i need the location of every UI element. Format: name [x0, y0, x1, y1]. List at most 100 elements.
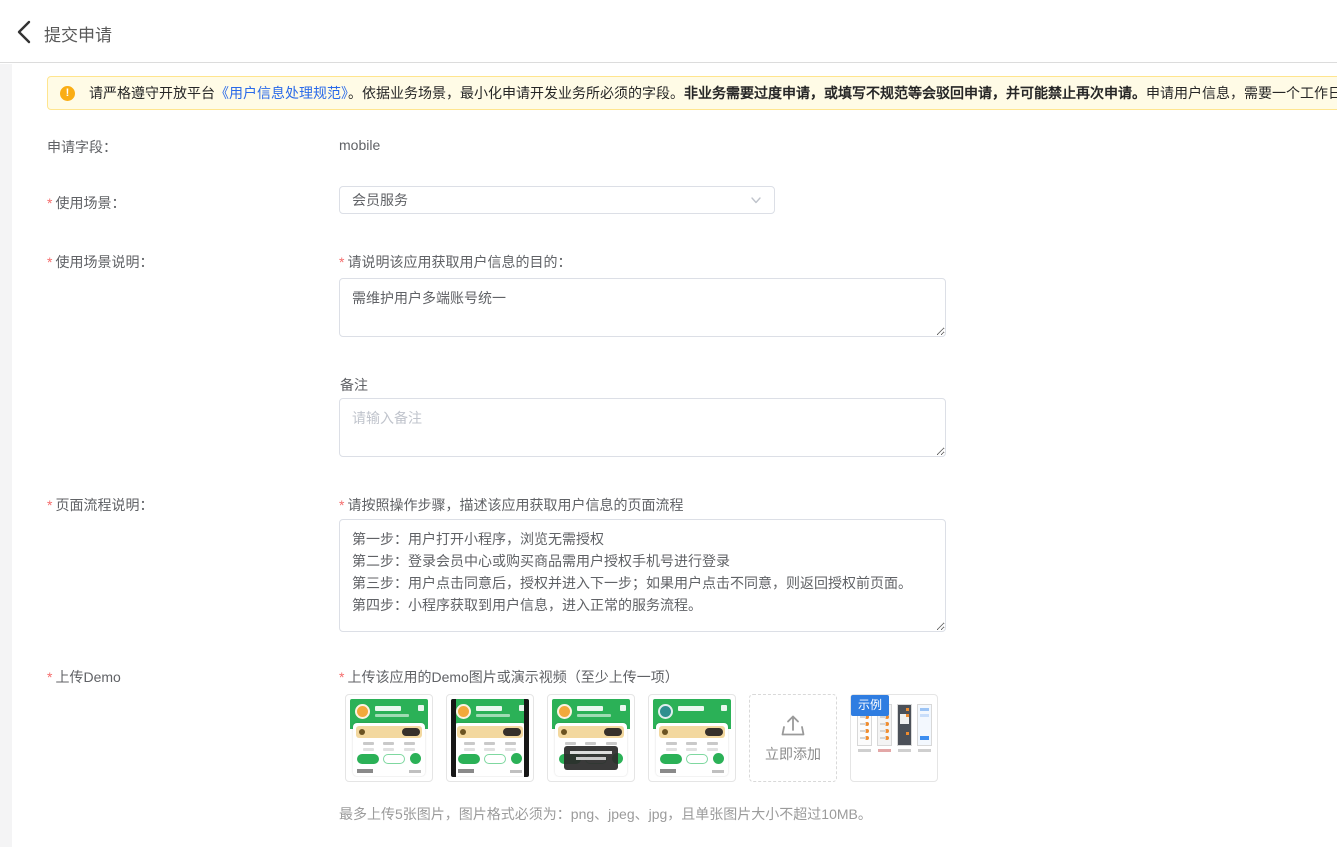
mini-app-preview	[653, 699, 731, 777]
mini-card	[656, 723, 728, 776]
user-info-spec-link[interactable]: 《用户信息处理规范》	[215, 85, 348, 101]
stat-bar	[686, 742, 697, 745]
mini-buttons	[458, 753, 522, 764]
mini-corner-icon	[418, 705, 424, 711]
mini-footer	[457, 769, 523, 773]
mini-footer	[356, 769, 422, 773]
stat-bar	[363, 742, 374, 745]
mini-outline-button	[484, 754, 506, 764]
required-asterisk: *	[47, 195, 52, 211]
mini-corner-icon	[620, 705, 626, 711]
alert-text-bold: 非业务需要过度申请，或填写不规范等会驳回申请，并可能禁止再次申请。	[684, 85, 1146, 101]
example-caption-bar	[898, 749, 911, 752]
usage-desc-sublabel: *请说明该应用获取用户信息的目的：	[339, 252, 571, 272]
mini-corner-icon	[721, 705, 727, 711]
upload-hint: 最多上传5张图片，图片格式必须为：png、jpeg、jpg，且单张图片大小不超过…	[339, 804, 872, 824]
mini-avatar	[456, 704, 471, 719]
usage-desc-textarea[interactable]: 需维护用户多端账号统一	[339, 278, 946, 337]
add-upload-button[interactable]: 立即添加	[749, 694, 837, 782]
example-badge: 示例	[851, 695, 889, 716]
demo-thumbnail-4[interactable]	[648, 694, 736, 782]
mini-avatar	[557, 704, 572, 719]
mini-dark-pill	[503, 728, 521, 736]
stat-bar	[484, 742, 495, 745]
mini-footer	[659, 769, 725, 773]
mini-app-preview	[350, 699, 428, 777]
mini-app-preview	[552, 699, 630, 777]
usage-desc-label: *使用场景说明：	[47, 252, 153, 272]
example-phone	[897, 704, 912, 746]
demo-thumbnail-2[interactable]	[446, 694, 534, 782]
chevron-down-icon	[750, 194, 762, 206]
footer-bar	[409, 770, 421, 773]
usage-scene-selected-value: 会员服务	[352, 190, 408, 210]
apply-field-label: 申请字段：	[47, 137, 117, 157]
stat-bar	[383, 742, 394, 745]
required-asterisk: *	[339, 669, 344, 685]
mini-banner	[659, 726, 725, 738]
mini-stats	[358, 742, 420, 745]
demo-thumbnail-3[interactable]	[547, 694, 635, 782]
upload-demo-label: *上传Demo	[47, 667, 121, 687]
mini-outline-button	[686, 754, 708, 764]
mini-subtitle-bar	[375, 714, 409, 717]
mini-title-bar	[678, 706, 704, 711]
stat-bar	[464, 742, 475, 745]
upload-icon	[779, 713, 807, 737]
mini-avatar	[658, 704, 673, 719]
footer-bar	[510, 770, 522, 773]
required-asterisk: *	[339, 254, 344, 270]
stat-bar	[404, 742, 415, 745]
letterbox-bar	[524, 699, 529, 777]
mini-subtitle-bar	[577, 714, 611, 717]
mini-card	[353, 723, 425, 776]
mini-stats	[661, 742, 723, 745]
mini-dark-pill	[402, 728, 420, 736]
mini-banner-dot	[359, 729, 365, 735]
required-asterisk: *	[47, 497, 52, 513]
footer-bar	[458, 769, 474, 773]
page-header: 提交申请	[0, 0, 1337, 63]
mini-card	[454, 723, 526, 776]
usage-scene-select[interactable]: 会员服务	[339, 186, 775, 214]
warning-alert: ! 请严格遵守开放平台《用户信息处理规范》。依据业务场景，最小化申请开发业务所必…	[47, 76, 1337, 110]
stat-bar	[666, 742, 677, 745]
mini-banner	[457, 726, 523, 738]
mini-banner-dot	[662, 729, 668, 735]
mini-stats	[560, 742, 622, 745]
mini-banner-dot	[561, 729, 567, 735]
back-button[interactable]	[8, 17, 40, 47]
remark-textarea[interactable]	[339, 398, 946, 457]
demo-thumbnail-1[interactable]	[345, 694, 433, 782]
page-flow-textarea[interactable]: 第一步：用户打开小程序，浏览无需授权 第二步：登录会员中心或购买商品需用户授权手…	[339, 519, 946, 632]
example-box[interactable]: 示例	[850, 694, 938, 782]
alert-text-tail: 申请用户信息，需要一个工作日左右的审核时间，请耐	[1146, 85, 1337, 101]
example-caption-bar	[858, 749, 871, 752]
example-phone	[917, 704, 932, 746]
mini-subtitle-bar	[476, 714, 510, 717]
required-asterisk: *	[339, 497, 344, 513]
chevron-left-icon	[13, 19, 35, 45]
mini-circle-button	[511, 753, 522, 764]
mini-banner-dot	[460, 729, 466, 735]
alert-text-mid: 。依据业务场景，最小化申请开发业务所必须的字段。	[348, 85, 684, 101]
mini-buttons	[357, 753, 421, 764]
upload-thumbnail-list: 立即添加 示例	[345, 694, 938, 782]
add-upload-label: 立即添加	[765, 744, 821, 764]
example-caption-bar	[918, 749, 931, 752]
stat-bar	[585, 742, 596, 745]
mini-title-bar	[577, 706, 603, 711]
toast-text-bar	[570, 751, 612, 754]
usage-scene-label: *使用场景：	[47, 193, 125, 213]
mini-banner	[558, 726, 624, 738]
example-caption-bar	[878, 749, 891, 752]
stat-bar	[606, 742, 617, 745]
stat-bar	[505, 742, 516, 745]
mini-green-button	[357, 754, 379, 764]
page-flow-sublabel: *请按照操作步骤，描述该应用获取用户信息的页面流程	[339, 495, 683, 515]
exclamation-circle-icon: !	[60, 86, 75, 101]
mini-buttons	[660, 753, 724, 764]
content-panel: ! 请严格遵守开放平台《用户信息处理规范》。依据业务场景，最小化申请开发业务所必…	[12, 64, 1337, 847]
mini-circle-button	[410, 753, 421, 764]
mini-avatar	[355, 704, 370, 719]
